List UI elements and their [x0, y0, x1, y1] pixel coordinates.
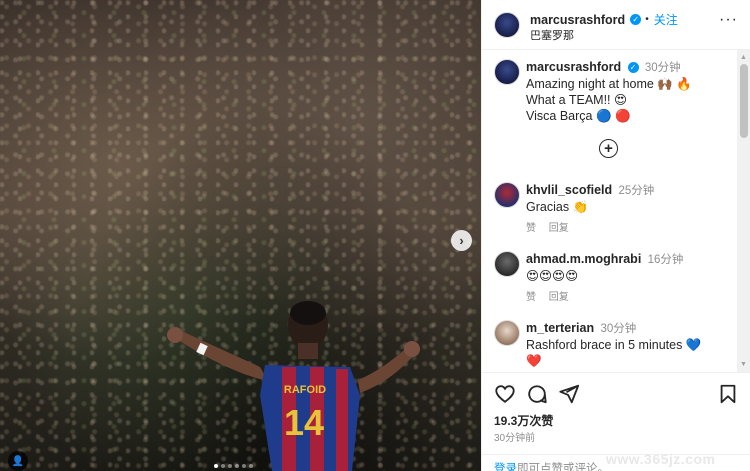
caption-time: 30分钟 [644, 62, 681, 74]
comment-reply-button[interactable]: 回复 [549, 223, 569, 234]
comment-text: ❤️ [526, 354, 542, 368]
post-panel: marcusrashford ✓ • 关注 巴塞罗那 ··· marcusras… [481, 0, 750, 471]
caption-line: What a TEAM!! 😍 [526, 93, 628, 107]
commenter-avatar[interactable] [494, 320, 520, 346]
more-options-icon[interactable]: ··· [719, 11, 738, 29]
slide-dot[interactable] [235, 464, 239, 468]
user-icon: 👤 [11, 455, 25, 467]
comments-list[interactable]: marcusrashford ✓ 30分钟 Amazing night at h… [482, 50, 737, 372]
commenter-username[interactable]: khvlil_scofield [526, 183, 612, 197]
comment-text: Gracias 👏 [526, 200, 589, 214]
slide-dot[interactable] [221, 464, 225, 468]
author-username[interactable]: marcusrashford [530, 13, 625, 27]
slide-dot[interactable] [228, 464, 232, 468]
post-timestamp: 30分钟前 [494, 433, 536, 444]
slide-dot[interactable] [242, 464, 246, 468]
comment-time: 16分钟 [647, 254, 684, 266]
commenter-username[interactable]: ahmad.m.moghrabi [526, 252, 641, 266]
share-icon[interactable] [558, 383, 580, 405]
commenter-avatar[interactable] [494, 182, 520, 208]
commenter-avatar[interactable] [494, 251, 520, 277]
slide-indicator [214, 464, 253, 468]
comments-scrollbar[interactable]: ▲ ▼ [737, 50, 750, 372]
jersey-name: RAFOID [284, 384, 326, 396]
follow-button[interactable]: 关注 [654, 11, 678, 28]
slide-dot[interactable] [214, 464, 218, 468]
post-location[interactable]: 巴塞罗那 [530, 27, 574, 43]
verified-icon: ✓ [630, 14, 642, 25]
login-link[interactable]: 登录 [494, 463, 517, 471]
scroll-down-icon[interactable]: ▼ [740, 361, 747, 368]
login-prompt-text: 即可点赞或评论。 [517, 463, 609, 471]
post-header: marcusrashford ✓ • 关注 巴塞罗那 ··· [482, 0, 750, 50]
comment-time: 30分钟 [600, 323, 637, 335]
load-more-comments-button[interactable]: + [599, 139, 618, 158]
chevron-right-icon: › [459, 233, 464, 248]
caption-avatar[interactable] [494, 59, 520, 85]
comment-time: 25分钟 [618, 185, 655, 197]
caption-line: Amazing night at home 🙌🏾 🔥 [526, 77, 692, 91]
caption-line: Visca Barça 🔵 🔴 [526, 109, 631, 123]
comment-text: Rashford brace in 5 minutes 💙 [526, 338, 702, 352]
comment-icon[interactable] [526, 383, 548, 405]
separator-dot: • [645, 14, 649, 25]
scroll-up-icon[interactable]: ▲ [740, 54, 747, 61]
post-media[interactable]: 14 RAFOID › 👤 [0, 0, 481, 471]
likes-count[interactable]: 19.3万次赞 [494, 412, 553, 429]
bookmark-icon[interactable] [717, 383, 739, 405]
author-avatar[interactable] [494, 12, 520, 38]
player-figure: 14 RAFOID [167, 301, 420, 471]
commenter-username[interactable]: m_terterian [526, 321, 594, 335]
next-slide-button[interactable]: › [451, 230, 472, 251]
caption-username[interactable]: marcusrashford [526, 60, 621, 74]
comment-like-button[interactable]: 赞 [526, 223, 536, 234]
comment-like-button[interactable]: 赞 [526, 292, 536, 303]
verified-icon: ✓ [627, 62, 639, 74]
scrollbar-thumb[interactable] [740, 64, 748, 138]
slide-dot[interactable] [249, 464, 253, 468]
plus-icon: + [604, 140, 613, 157]
site-watermark: www.365jz.com [606, 451, 716, 467]
comment-text: 😍😍😍😍 [526, 269, 579, 283]
comment-reply-button[interactable]: 回复 [549, 292, 569, 303]
tagged-user-button[interactable]: 👤 [8, 451, 28, 471]
jersey-number: 14 [284, 402, 324, 443]
heart-icon[interactable] [494, 383, 516, 405]
